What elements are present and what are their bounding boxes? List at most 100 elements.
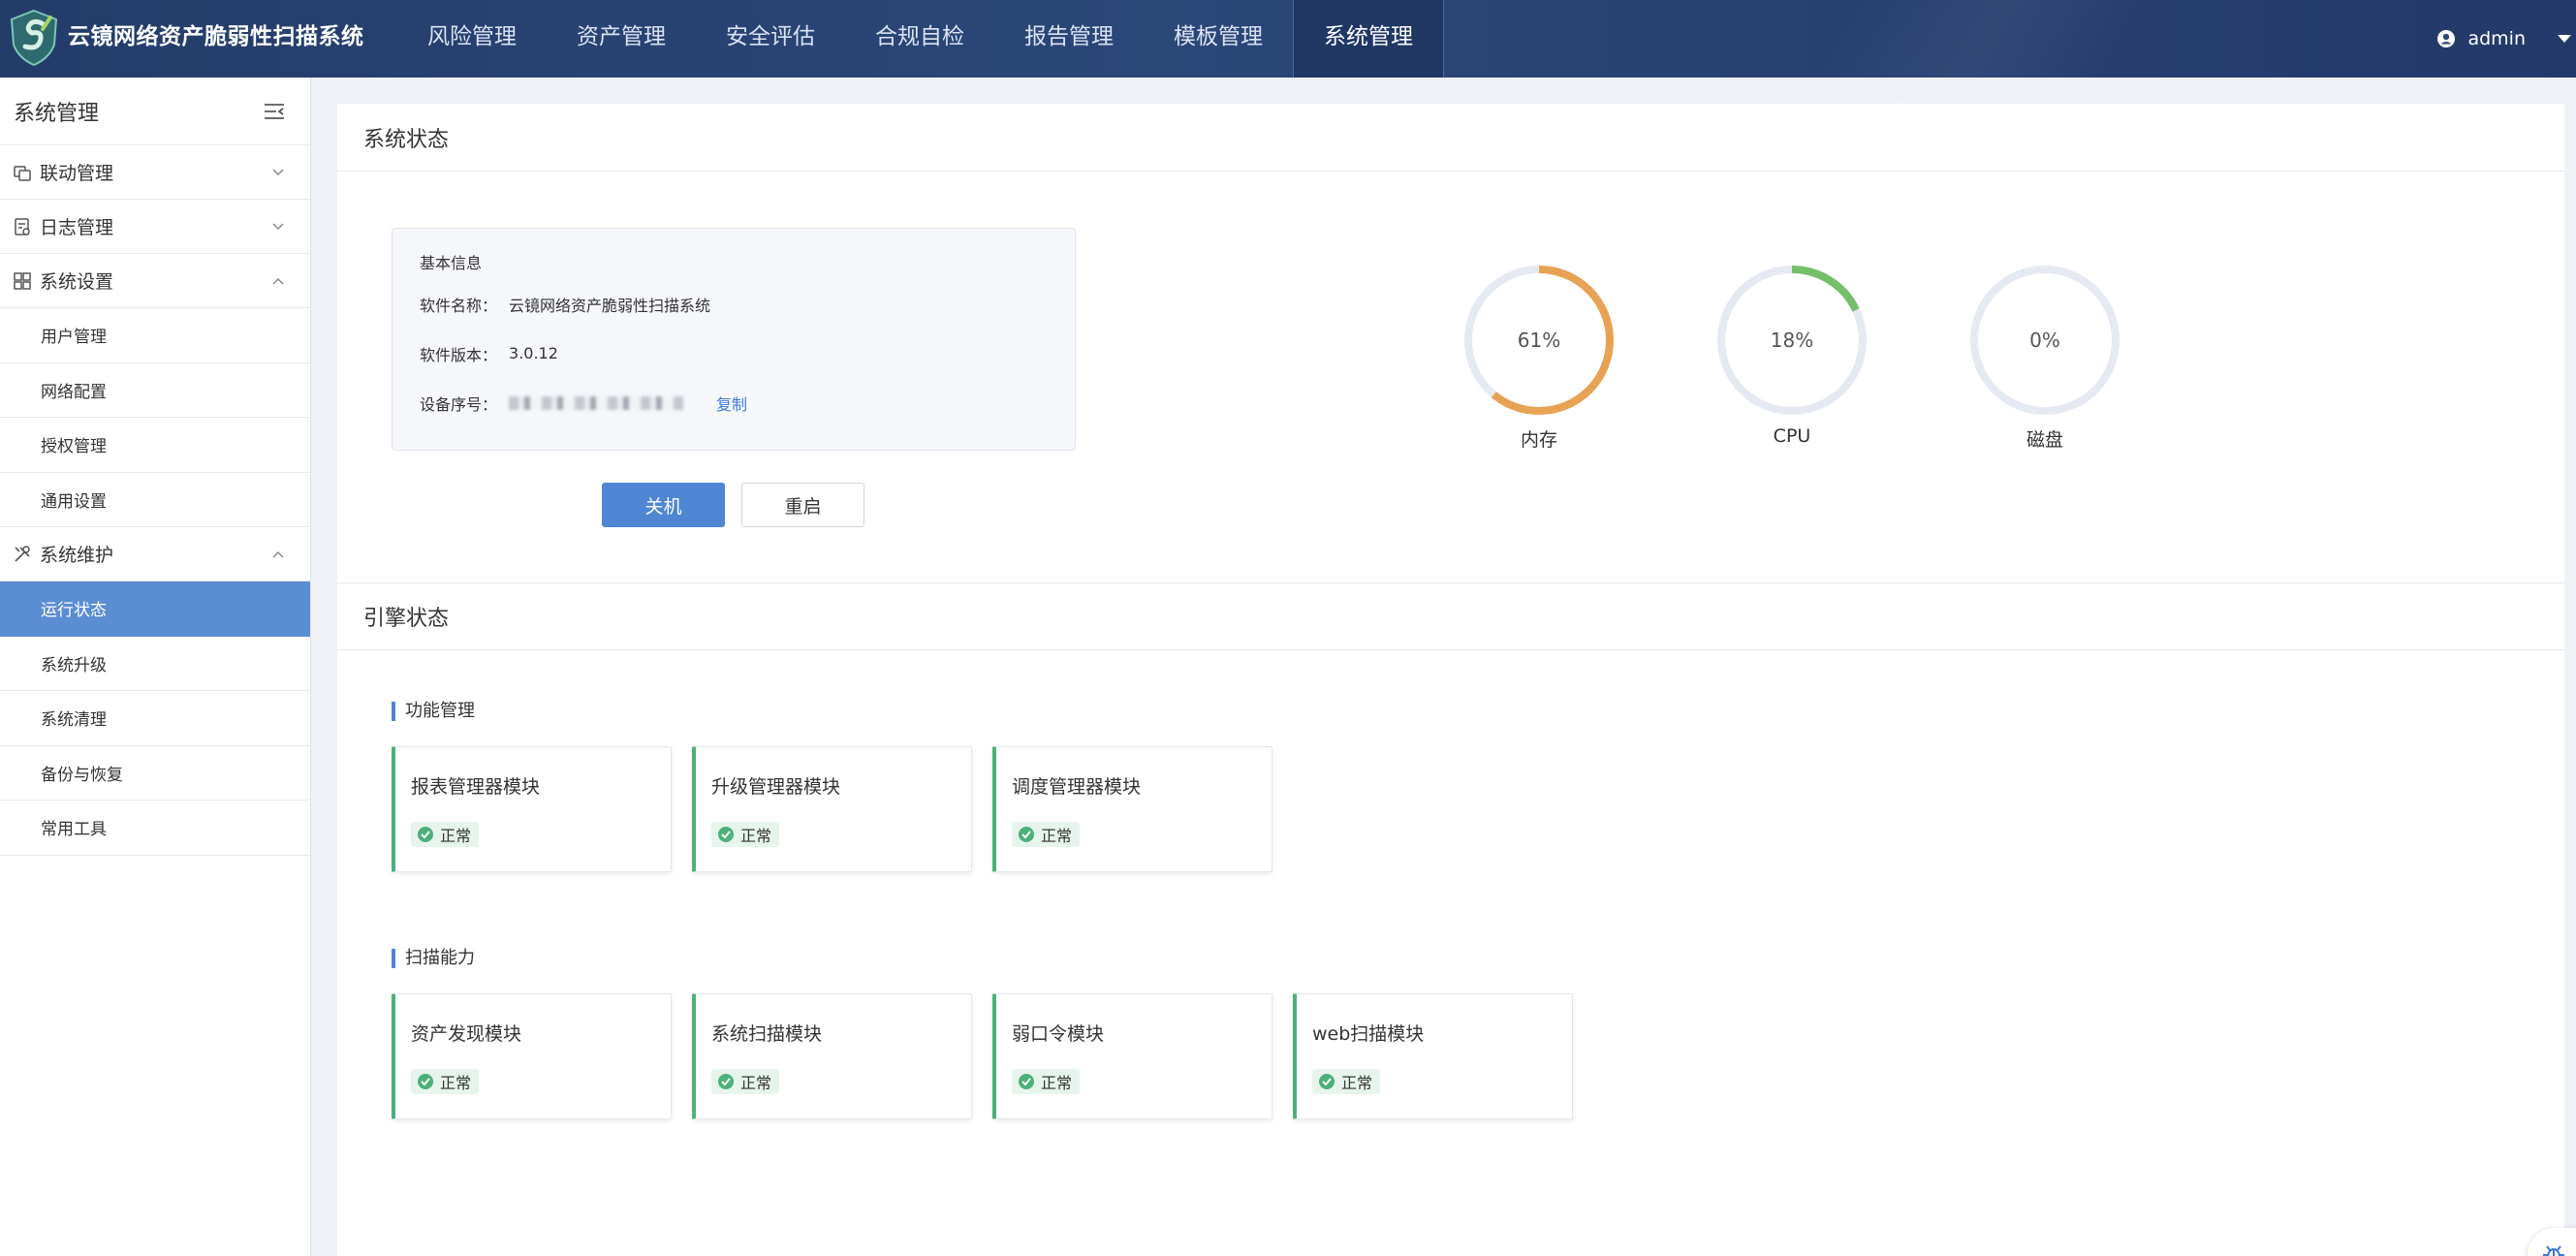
- main-nav: 风险管理 资产管理 安全评估 合规自检 报告管理 模板管理 系统管理: [397, 0, 1444, 78]
- sidebar-item-run-status[interactable]: 运行状态: [0, 581, 310, 637]
- module-name: web扫描模块: [1312, 1023, 1425, 1045]
- sidebar: 系统管理 联动管理 日志管理 系统设置 用户管理 网络配置 授权管理 通用设置 …: [0, 78, 311, 1256]
- device-serial-label: 设备序号：: [420, 394, 498, 414]
- check-circle-icon: [1019, 1074, 1034, 1089]
- status-badge: 正常: [711, 1069, 780, 1094]
- check-circle-icon: [1319, 1074, 1335, 1089]
- username: admin: [2467, 28, 2526, 49]
- gauge-label: CPU: [1773, 425, 1811, 447]
- nav-template-management[interactable]: 模板管理: [1144, 0, 1293, 78]
- check-circle-icon: [418, 1074, 433, 1089]
- sidebar-group-system-settings[interactable]: 系统设置: [0, 254, 310, 308]
- sidebar-item-license-management[interactable]: 授权管理: [0, 418, 310, 473]
- status-badge: 正常: [711, 822, 780, 847]
- chevron-down-icon: [272, 222, 284, 230]
- bug-report-button[interactable]: [2528, 1228, 2576, 1256]
- status-text: 正常: [1041, 1074, 1073, 1092]
- device-serial-redacted: [509, 395, 684, 410]
- sidebar-group-system-maintenance[interactable]: 系统维护: [0, 527, 310, 581]
- sidebar-group-label: 联动管理: [40, 163, 114, 184]
- linkage-icon: [14, 165, 31, 181]
- sidebar-group-label: 系统设置: [40, 271, 114, 293]
- system-status-heading: 系统状态: [337, 104, 2564, 172]
- software-version-row: 软件版本： 3.0.12: [420, 329, 1075, 378]
- status-text: 正常: [740, 1074, 772, 1092]
- sidebar-group-linkage[interactable]: 联动管理: [0, 145, 310, 200]
- bug-icon: [2543, 1245, 2564, 1256]
- nav-asset-management[interactable]: 资产管理: [547, 0, 696, 78]
- scan-capability-title: 扫描能力: [392, 949, 475, 968]
- collapse-sidebar-icon[interactable]: [264, 103, 285, 120]
- disk-gauge: 0% 磁盘: [1967, 263, 2122, 452]
- cpu-gauge: 18% CPU: [1714, 263, 1869, 447]
- tools-icon: [15, 545, 30, 562]
- restart-button[interactable]: 重启: [741, 483, 864, 527]
- function-management-title: 功能管理: [392, 702, 475, 721]
- engine-status-section: 引擎状态: [337, 582, 2564, 650]
- status-badge: 正常: [1012, 822, 1081, 847]
- module-card: 弱口令模块 正常: [992, 993, 1272, 1119]
- sidebar-item-user-management[interactable]: 用户管理: [0, 308, 310, 363]
- engine-status-heading: 引擎状态: [337, 582, 2564, 650]
- gauge-value: 0%: [2029, 329, 2060, 352]
- status-text: 正常: [1341, 1074, 1373, 1092]
- top-navigation-bar: 云镜网络资产脆弱性扫描系统 风险管理 资产管理 安全评估 合规自检 报告管理 模…: [0, 0, 2576, 107]
- module-card: 资产发现模块 正常: [392, 993, 672, 1119]
- user-menu[interactable]: admin: [2436, 0, 2576, 78]
- module-name: 调度管理器模块: [1012, 776, 1142, 798]
- gauge-ring: 61%: [1464, 266, 1614, 415]
- shutdown-button[interactable]: 关机: [602, 483, 725, 527]
- chevron-down-icon: [272, 168, 284, 175]
- nav-compliance-check[interactable]: 合规自检: [845, 0, 994, 78]
- grid-icon: [14, 271, 31, 290]
- chevron-up-icon: [272, 277, 284, 285]
- gauge-ring: 0%: [1970, 266, 2120, 415]
- sidebar-item-backup-restore[interactable]: 备份与恢复: [0, 746, 310, 801]
- sidebar-group-label: 日志管理: [40, 217, 114, 238]
- memory-gauge: 61% 内存: [1461, 263, 1617, 452]
- module-name: 资产发现模块: [411, 1023, 522, 1045]
- status-badge: 正常: [1012, 1069, 1081, 1094]
- log-icon: [15, 217, 30, 236]
- main-panel: 系统状态 基本信息 软件名称： 云镜网络资产脆弱性扫描系统 软件版本： 3.0.…: [337, 104, 2576, 1256]
- software-version-label: 软件版本：: [420, 345, 498, 364]
- sidebar-title: 系统管理: [14, 101, 100, 126]
- nav-system-management[interactable]: 系统管理: [1293, 0, 1444, 78]
- status-text: 正常: [1041, 827, 1073, 845]
- module-card: 调度管理器模块 正常: [992, 746, 1272, 872]
- sidebar-header: 系统管理: [0, 78, 310, 145]
- software-name-label: 软件名称：: [420, 296, 498, 315]
- module-name: 系统扫描模块: [711, 1023, 823, 1045]
- status-badge: 正常: [1312, 1069, 1381, 1094]
- sidebar-item-general-settings[interactable]: 通用设置: [0, 473, 310, 527]
- user-circle-icon: [2437, 30, 2456, 47]
- sidebar-item-network-config[interactable]: 网络配置: [0, 363, 310, 418]
- app-logo-icon: [10, 9, 58, 67]
- gauge-label: 磁盘: [2026, 429, 2063, 451]
- software-name-row: 软件名称： 云镜网络资产脆弱性扫描系统: [420, 279, 1075, 329]
- software-version-value: 3.0.12: [509, 344, 558, 362]
- sidebar-item-system-upgrade[interactable]: 系统升级: [0, 637, 310, 691]
- status-badge: 正常: [411, 822, 480, 847]
- sidebar-item-common-tools[interactable]: 常用工具: [0, 801, 310, 856]
- copy-serial-link[interactable]: 复制: [716, 392, 747, 415]
- sidebar-group-label: 系统维护: [40, 545, 114, 566]
- sidebar-item-system-cleanup[interactable]: 系统清理: [0, 691, 310, 746]
- basic-info-card: 基本信息 软件名称： 云镜网络资产脆弱性扫描系统 软件版本： 3.0.12 设备…: [392, 228, 1076, 451]
- nav-security-assessment[interactable]: 安全评估: [696, 0, 845, 78]
- software-name-value: 云镜网络资产脆弱性扫描系统: [509, 296, 711, 315]
- chevron-up-icon: [272, 550, 284, 558]
- check-circle-icon: [1019, 827, 1034, 842]
- check-circle-icon: [718, 827, 734, 842]
- app-title: 云镜网络资产脆弱性扫描系统: [68, 24, 364, 49]
- sidebar-group-logs[interactable]: 日志管理: [0, 200, 310, 254]
- module-name: 升级管理器模块: [711, 776, 841, 798]
- status-text: 正常: [440, 1074, 472, 1092]
- module-name: 报表管理器模块: [411, 776, 541, 798]
- nav-report-management[interactable]: 报告管理: [994, 0, 1144, 78]
- module-card: web扫描模块 正常: [1293, 993, 1573, 1119]
- status-text: 正常: [440, 827, 472, 845]
- gauge-value: 18%: [1771, 329, 1813, 352]
- nav-risk-management[interactable]: 风险管理: [397, 0, 547, 78]
- check-circle-icon: [418, 827, 433, 842]
